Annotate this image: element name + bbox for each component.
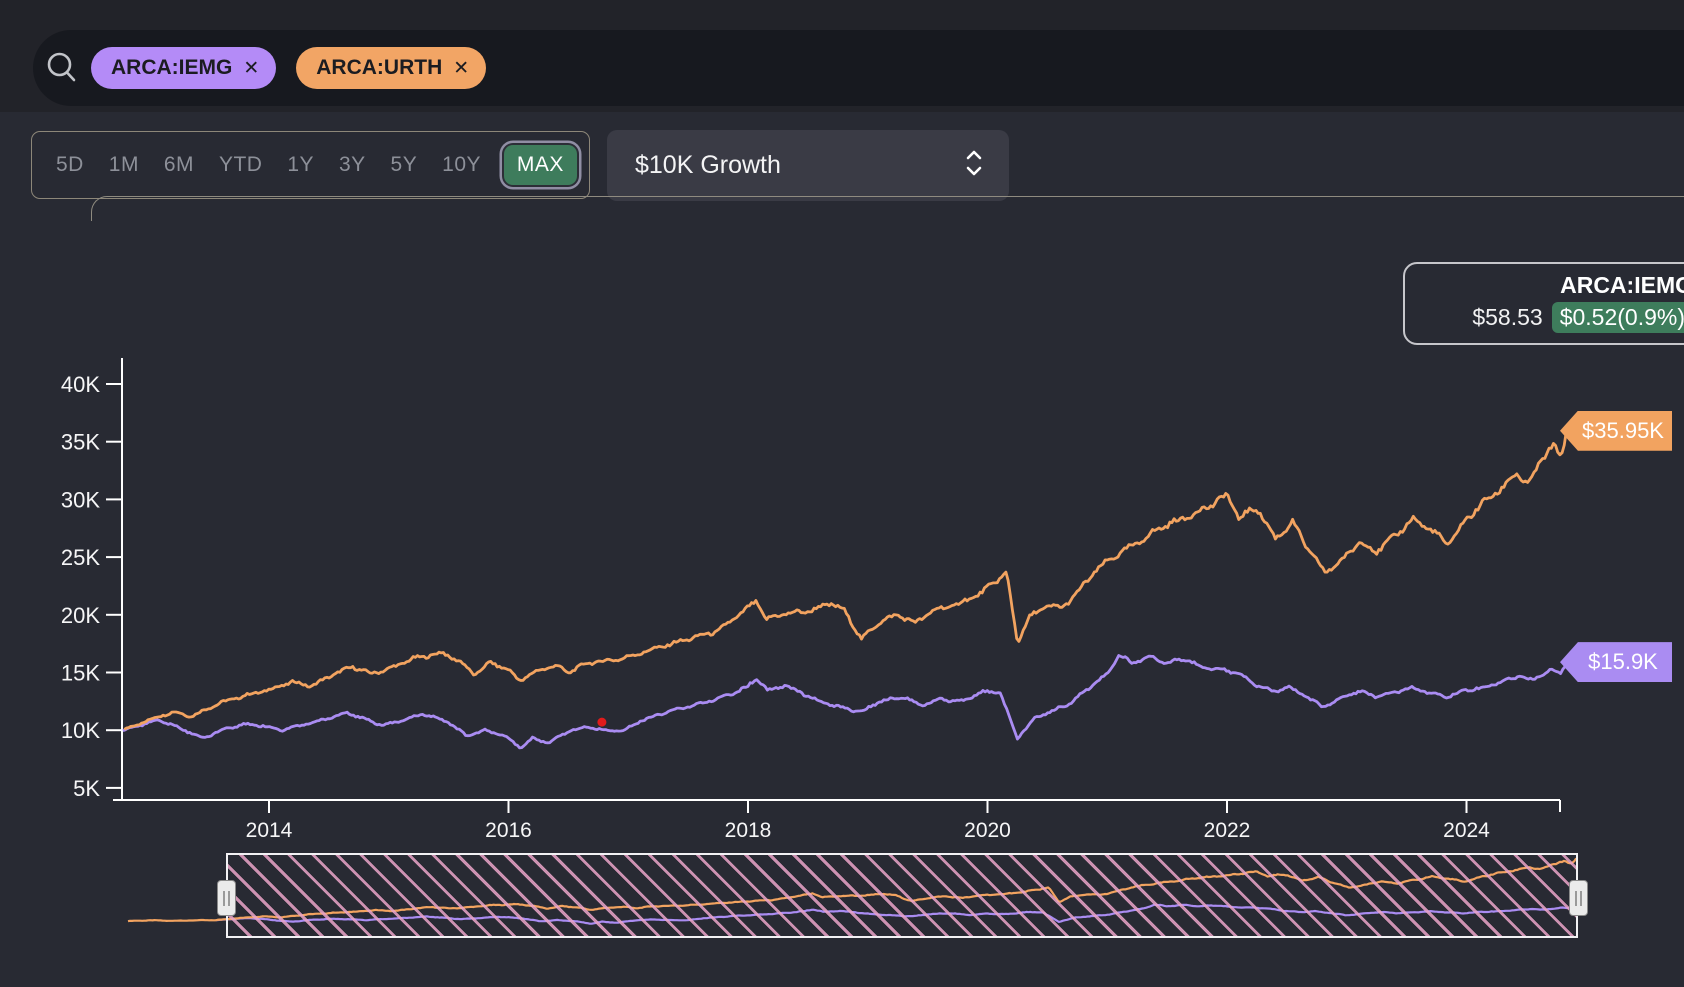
- price-tag-urth: $35.95K: [1560, 411, 1672, 451]
- price-tag-label: $15.9K: [1588, 649, 1658, 675]
- x-axis-label: 2016: [485, 819, 532, 842]
- y-axis-label: 40K: [61, 372, 100, 397]
- y-axis-label: 30K: [61, 487, 100, 512]
- minimap-left-handle[interactable]: [217, 880, 236, 916]
- series-line-arca-urth: [124, 431, 1566, 730]
- x-axis-label: 2024: [1443, 819, 1490, 842]
- y-axis-label: 25K: [61, 545, 100, 570]
- price-tag-iemg: $15.9K: [1560, 642, 1672, 682]
- minimap-right-handle[interactable]: [1569, 880, 1588, 916]
- minimap-selection[interactable]: [226, 853, 1578, 938]
- y-axis-label: 5K: [73, 776, 100, 801]
- price-chart[interactable]: 40K 35K 30K 25K 20K 15K 10K 5K 2014 2016 2018 2020 2…: [0, 0, 1684, 987]
- series-line-arca-iemg: [123, 656, 1567, 748]
- x-axis-label: 2022: [1204, 819, 1251, 842]
- y-axis-label: 20K: [61, 603, 100, 628]
- x-axis-label: 2014: [246, 819, 293, 842]
- y-axis-label: 10K: [61, 718, 100, 743]
- price-tag-label: $35.95K: [1582, 418, 1664, 444]
- stray-data-point: [597, 718, 606, 727]
- y-axis-label: 35K: [61, 430, 100, 455]
- y-axis-label: 15K: [61, 661, 100, 686]
- x-axis-label: 2020: [964, 819, 1011, 842]
- x-axis-label: 2018: [725, 819, 772, 842]
